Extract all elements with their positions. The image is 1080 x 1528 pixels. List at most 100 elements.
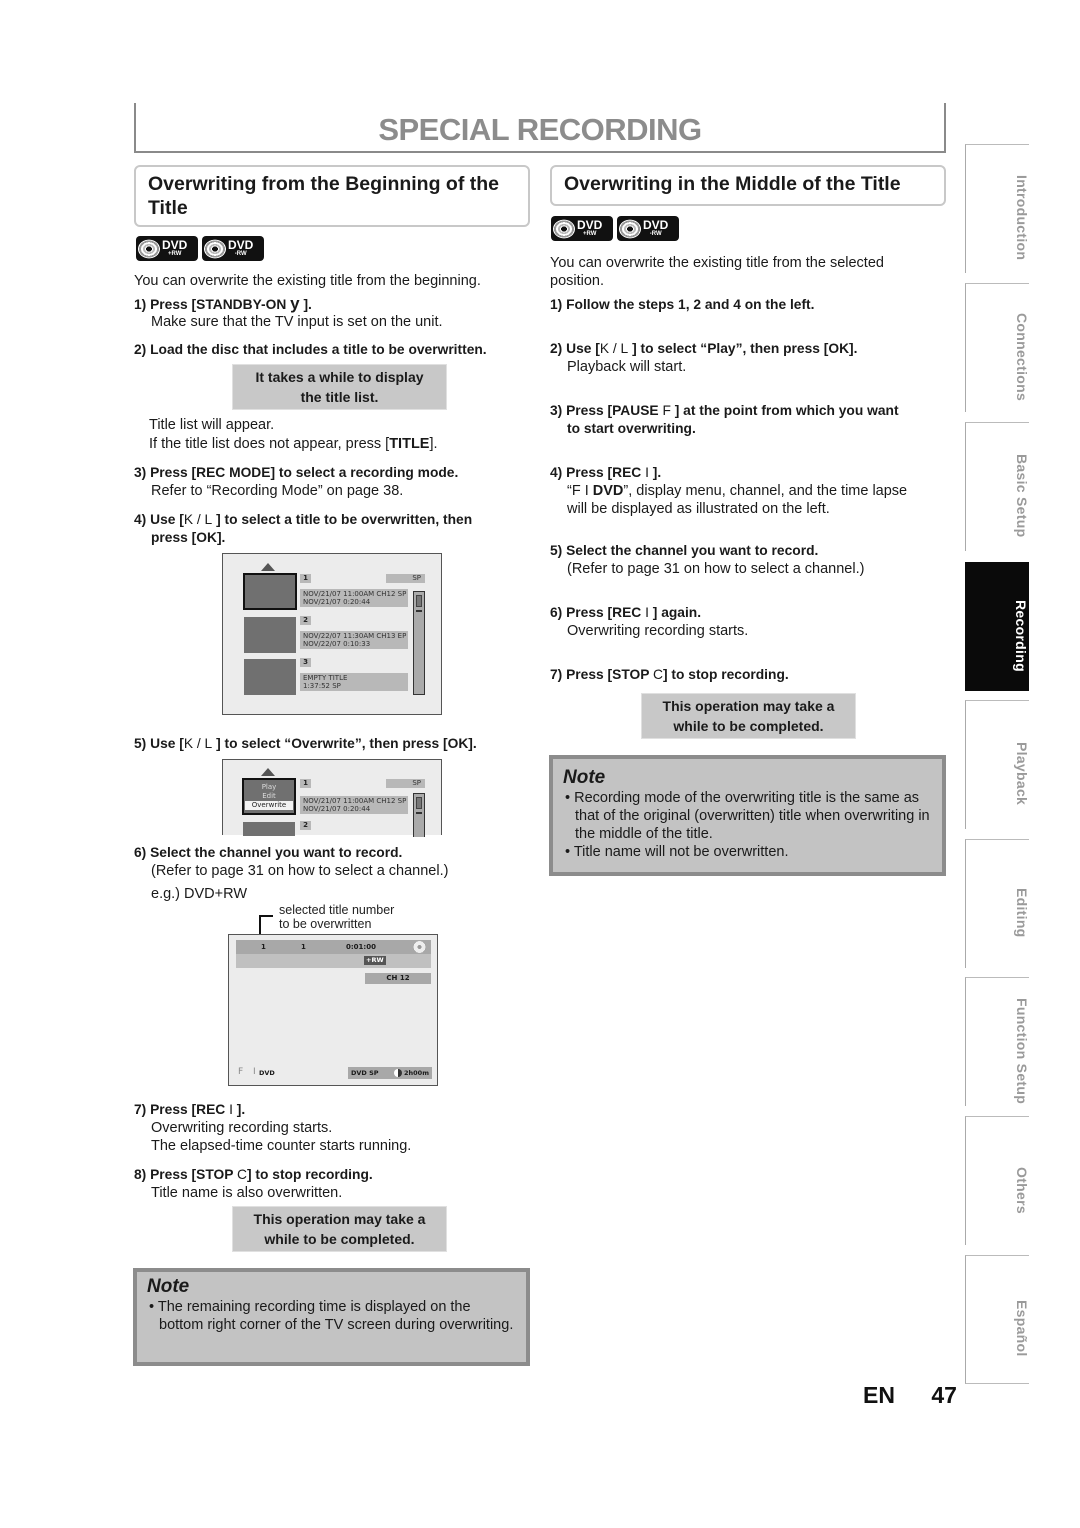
up-down-arrow-glyph: K / L bbox=[183, 512, 213, 527]
note-bullet: • The remaining recording time is displa… bbox=[149, 1299, 514, 1333]
recording-osd-screen: 1 1 0:01:00 +RW CH 12 F I DVD DVD SP 2h0… bbox=[228, 934, 438, 1086]
note-bullet: • Recording mode of the overwriting titl… bbox=[565, 790, 930, 842]
left-intro: You can overwrite the existing title fro… bbox=[134, 273, 481, 289]
right-note-box: Note • Recording mode of the overwriting… bbox=[549, 755, 946, 876]
page-footer: EN 47 bbox=[863, 1382, 957, 1409]
left-step-3-desc: Refer to “Recording Mode” on page 38. bbox=[151, 483, 404, 499]
left-step-5: 5) Use [K / L ] to select “Overwrite”, t… bbox=[134, 736, 477, 751]
left-step-3: 3) Press [REC MODE] to select a recordin… bbox=[134, 465, 459, 480]
side-tab-playback[interactable]: Playback bbox=[965, 700, 1030, 829]
left-step-7: 7) Press [REC I ]. bbox=[134, 1102, 246, 1117]
right-step-3-line2: to start overwriting. bbox=[567, 421, 696, 436]
side-tab-recording[interactable]: Recording bbox=[965, 562, 1029, 691]
rec-mode: DVD SP bbox=[351, 1069, 379, 1077]
rec-icon: I bbox=[253, 1067, 256, 1077]
pause-glyph: F bbox=[662, 403, 671, 418]
disc-type-badge: +RW bbox=[364, 956, 386, 965]
dvd-plus-rw-icon: DVD +RW bbox=[548, 215, 613, 242]
remaining-time-bar: DVD SP 2h00m bbox=[348, 1067, 432, 1079]
right-step-4: 4) Press [REC I ]. bbox=[550, 465, 662, 480]
title-number: 2 bbox=[300, 616, 311, 625]
left-title-list-hint: If the title list does not appear, press… bbox=[149, 436, 438, 452]
left-step-7-desc-1: Overwriting recording starts. bbox=[151, 1120, 333, 1136]
chapter-number: 1 bbox=[301, 943, 306, 951]
page-title: SPECIAL RECORDING bbox=[378, 112, 702, 147]
scrollbar bbox=[413, 591, 425, 695]
right-step-7: 7) Press [STOP C] to stop recording. bbox=[550, 667, 789, 682]
left-step-6: 6) Select the channel you want to record… bbox=[134, 845, 403, 860]
menu-item-play[interactable]: Play bbox=[244, 783, 294, 792]
menu-item-edit[interactable]: Edit bbox=[244, 792, 294, 801]
right-step-3: 3) Press [PAUSE F ] at the point from wh… bbox=[550, 403, 899, 418]
remaining-time-icon bbox=[394, 1069, 402, 1077]
left-step-8-desc: Title name is also overwritten. bbox=[151, 1185, 343, 1201]
side-tab-function-setup[interactable]: Function Setup bbox=[965, 977, 1030, 1106]
left-step-1: 1) Press [STANDBY-ON y ]. bbox=[134, 294, 312, 313]
dvd-minus-rw-icon: DVD -RW bbox=[199, 235, 264, 262]
elapsed-time: 0:01:00 bbox=[346, 943, 376, 951]
title-number: 1 bbox=[261, 943, 266, 951]
side-tab-connections[interactable]: Connections bbox=[965, 283, 1030, 412]
left-step-2: 2) Load the disc that includes a title t… bbox=[134, 342, 487, 357]
right-step-4-desc-2: will be displayed as illustrated on the … bbox=[567, 501, 830, 517]
dvd-plus-rw-icon: DVD +RW bbox=[133, 235, 198, 262]
title-info-1: NOV/21/07 11:00AM CH12 SP NOV/21/07 0:20:… bbox=[300, 589, 408, 607]
disc-badges-right: DVD +RW DVD -RW bbox=[548, 215, 683, 242]
left-step-6-desc: (Refer to page 31 on how to select a cha… bbox=[151, 863, 449, 879]
title-number: 2 bbox=[300, 821, 311, 830]
title-thumbnail-1 bbox=[243, 573, 297, 610]
right-callout-operation: This operation may take a while to be co… bbox=[641, 693, 856, 739]
side-tab-introduction[interactable]: Introduction bbox=[965, 144, 1030, 273]
menu-item-overwrite[interactable]: Overwrite bbox=[245, 801, 293, 810]
left-callout-operation: This operation may take a while to be co… bbox=[232, 1206, 447, 1252]
left-step-8: 8) Press [STOP C] to stop recording. bbox=[134, 1167, 373, 1182]
title-info-1: NOV/21/07 11:00AM CH12 SP NOV/21/07 0:20:… bbox=[300, 796, 408, 814]
stop-glyph: C bbox=[653, 667, 663, 682]
right-step-6: 6) Press [REC I ] again. bbox=[550, 605, 702, 620]
section-heading-left: Overwriting from the Beginning of the Ti… bbox=[134, 165, 530, 227]
title-info-2: NOV/22/07 11:30AM CH13 EP NOV/22/07 0:10:… bbox=[300, 631, 408, 649]
left-step-4-line2: press [OK]. bbox=[151, 530, 226, 545]
channel-indicator: CH 12 bbox=[365, 973, 431, 984]
title-number: 3 bbox=[300, 658, 311, 667]
rec-mode-label: SP bbox=[386, 574, 425, 583]
section-heading-right: Overwriting in the Middle of the Title bbox=[550, 165, 946, 206]
note-title: Note bbox=[563, 767, 606, 788]
disc-icon bbox=[413, 941, 426, 953]
side-tab-editing[interactable]: Editing bbox=[965, 839, 1030, 968]
title-number: 1 bbox=[300, 574, 311, 583]
left-step-4: 4) Use [K / L ] to select a title to be … bbox=[134, 512, 473, 527]
dvd-minus-rw-icon: DVD -RW bbox=[614, 215, 679, 242]
right-step-5-desc: (Refer to page 31 on how to select a cha… bbox=[567, 561, 865, 577]
scroll-up-arrow-icon bbox=[261, 563, 275, 571]
title-thumbnail-2 bbox=[243, 822, 295, 836]
up-down-arrow-glyph: K / L bbox=[599, 341, 629, 356]
note-bullet: • Title name will not be overwritten. bbox=[565, 844, 789, 860]
left-title-list-appear: Title list will appear. bbox=[149, 417, 275, 433]
pause-icon: F bbox=[238, 1067, 244, 1077]
title-thumbnail-3 bbox=[244, 659, 296, 695]
right-step-5: 5) Select the channel you want to record… bbox=[550, 543, 819, 558]
right-intro: You can overwrite the existing title fro… bbox=[550, 255, 884, 289]
standby-power-icon: y bbox=[290, 294, 300, 313]
scrollbar bbox=[413, 793, 425, 837]
page-number: 47 bbox=[931, 1382, 957, 1408]
osd-second-bar: +RW bbox=[236, 954, 431, 968]
right-step-2-desc: Playback will start. bbox=[567, 359, 687, 375]
left-step-7-desc-2: The elapsed-time counter starts running. bbox=[151, 1138, 412, 1154]
title-number: 1 bbox=[300, 779, 311, 788]
note-title: Note bbox=[147, 1276, 190, 1297]
up-down-arrow-glyph: K / L bbox=[183, 736, 213, 751]
status-dvd-label: DVD bbox=[259, 1069, 275, 1077]
side-tab-others[interactable]: Others bbox=[965, 1116, 1030, 1245]
scroll-up-arrow-icon bbox=[261, 768, 275, 776]
left-callout-title-list: It takes a while to display the title li… bbox=[232, 364, 447, 410]
remaining-time: 2h00m bbox=[404, 1069, 429, 1077]
left-step-6-example: e.g.) DVD+RW bbox=[151, 886, 248, 902]
title-list-screen: 1 SP NOV/21/07 11:00AM CH12 SP NOV/21/07 … bbox=[222, 553, 442, 715]
overwrite-menu-screen: Play Edit Overwrite 1 SP NOV/21/07 11:00… bbox=[222, 759, 442, 837]
side-tab-basic-setup[interactable]: Basic Setup bbox=[965, 422, 1030, 551]
side-tab-espanol[interactable]: Español bbox=[965, 1255, 1030, 1384]
osd-top-bar: 1 1 0:01:00 bbox=[236, 940, 431, 954]
annotation-label: selected title number to be overwritten bbox=[279, 903, 395, 931]
